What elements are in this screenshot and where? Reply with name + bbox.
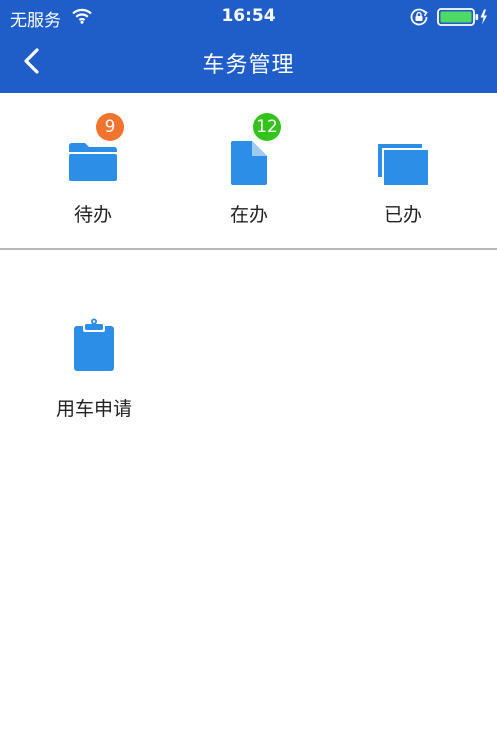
status-bar: 无服务 16:54 <box>0 0 497 34</box>
header: 无服务 16:54 车务管理 <box>0 0 497 93</box>
tab-in-progress[interactable]: 12 在办 <box>166 93 332 248</box>
vehicle-request-item[interactable]: 用车申请 <box>40 318 148 428</box>
page-title: 车务管理 <box>202 53 295 78</box>
document-icon <box>231 141 267 185</box>
tab-done-label: 已办 <box>383 204 422 226</box>
tab-in-progress-badge: 12 <box>253 113 281 141</box>
tab-in-progress-label: 在办 <box>229 204 268 226</box>
task-tabs: 9 待办 12 在办 已办 <box>0 93 497 250</box>
tab-todo[interactable]: 9 待办 <box>10 93 176 248</box>
battery-charging-icon <box>437 8 487 26</box>
tab-done[interactable]: 已办 <box>320 93 486 248</box>
clipboard-icon <box>74 318 114 371</box>
tab-todo-badge: 9 <box>96 113 124 141</box>
vehicle-request-label: 用车申请 <box>55 398 132 420</box>
rotation-lock-icon <box>410 8 428 26</box>
tab-todo-label: 待办 <box>73 204 112 226</box>
folder-icon <box>69 143 117 181</box>
stacked-windows-icon <box>378 144 428 185</box>
